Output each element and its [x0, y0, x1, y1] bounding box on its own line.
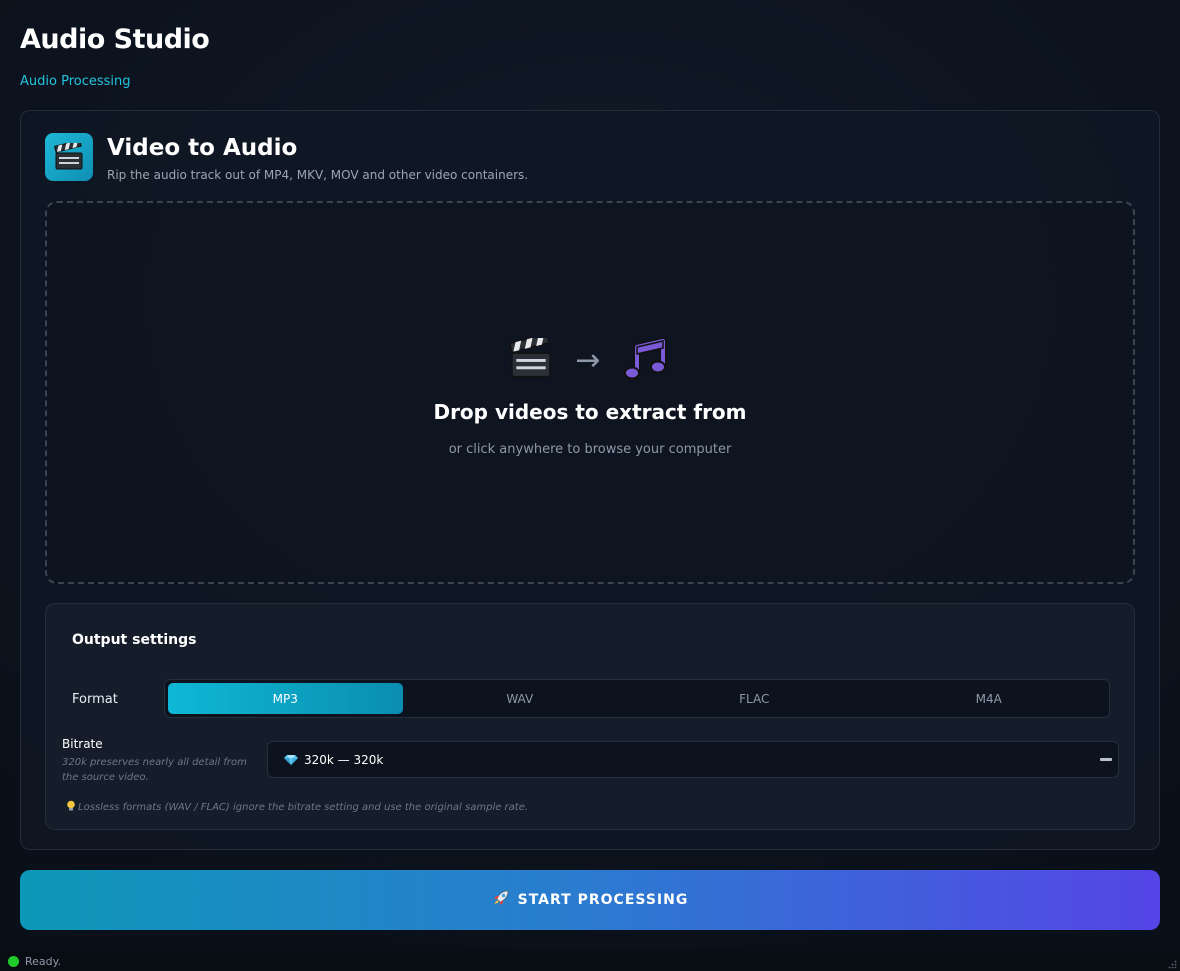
- arrow-icon: →: [575, 343, 601, 378]
- format-option-m4a[interactable]: M4A: [872, 683, 1107, 714]
- clapperboard-icon: [45, 133, 93, 181]
- app-subtitle: Audio Processing: [20, 74, 131, 89]
- lossless-note: Lossless formats (WAV / FLAC) ignore the…: [66, 800, 528, 815]
- dropzone-title: Drop videos to extract from: [433, 400, 747, 424]
- tool-card: Video to Audio Rip the audio track out o…: [20, 110, 1160, 850]
- dropzone-hint: or click anywhere to browse your compute…: [448, 442, 732, 457]
- format-option-wav[interactable]: WAV: [403, 683, 638, 714]
- clapperboard-icon: [509, 333, 553, 384]
- tool-title: Video to Audio: [107, 135, 298, 161]
- status-indicator: [8, 955, 19, 967]
- status-bar: Ready.: [0, 951, 1180, 971]
- bitrate-help: 320k preserves nearly all detail from th…: [62, 757, 247, 783]
- format-segmented-control: MP3 WAV FLAC M4A: [164, 679, 1110, 718]
- video-dropzone[interactable]: → Drop videos to extract from or click a…: [45, 201, 1135, 584]
- resize-grip-icon[interactable]: [1168, 959, 1177, 969]
- start-button-label: START PROCESSING: [517, 892, 689, 908]
- status-text: Ready.: [25, 954, 62, 968]
- drop-icons: →: [47, 333, 1133, 387]
- settings-title: Output settings: [72, 632, 197, 648]
- tool-description: Rip the audio track out of MP4, MKV, MOV…: [107, 168, 529, 182]
- output-settings: Output settings Format MP3 WAV FLAC M4A …: [45, 603, 1135, 830]
- gem-icon: [284, 754, 298, 766]
- lossless-note-text: Lossless formats (WAV / FLAC) ignore the…: [78, 802, 529, 813]
- collapse-icon[interactable]: [1100, 758, 1112, 761]
- bitrate-select[interactable]: 320k — 320k: [267, 741, 1119, 778]
- app-title: Audio Studio: [20, 24, 210, 55]
- bitrate-value: 320k — 320k: [304, 752, 384, 767]
- start-processing-button[interactable]: START PROCESSING: [20, 870, 1160, 930]
- music-note-icon: [623, 335, 671, 387]
- bitrate-label: Bitrate: [62, 737, 103, 751]
- lightbulb-icon: [66, 800, 76, 815]
- format-label: Format: [72, 692, 118, 707]
- format-option-flac[interactable]: FLAC: [637, 683, 872, 714]
- rocket-icon: [492, 889, 510, 911]
- format-option-mp3[interactable]: MP3: [168, 683, 403, 714]
